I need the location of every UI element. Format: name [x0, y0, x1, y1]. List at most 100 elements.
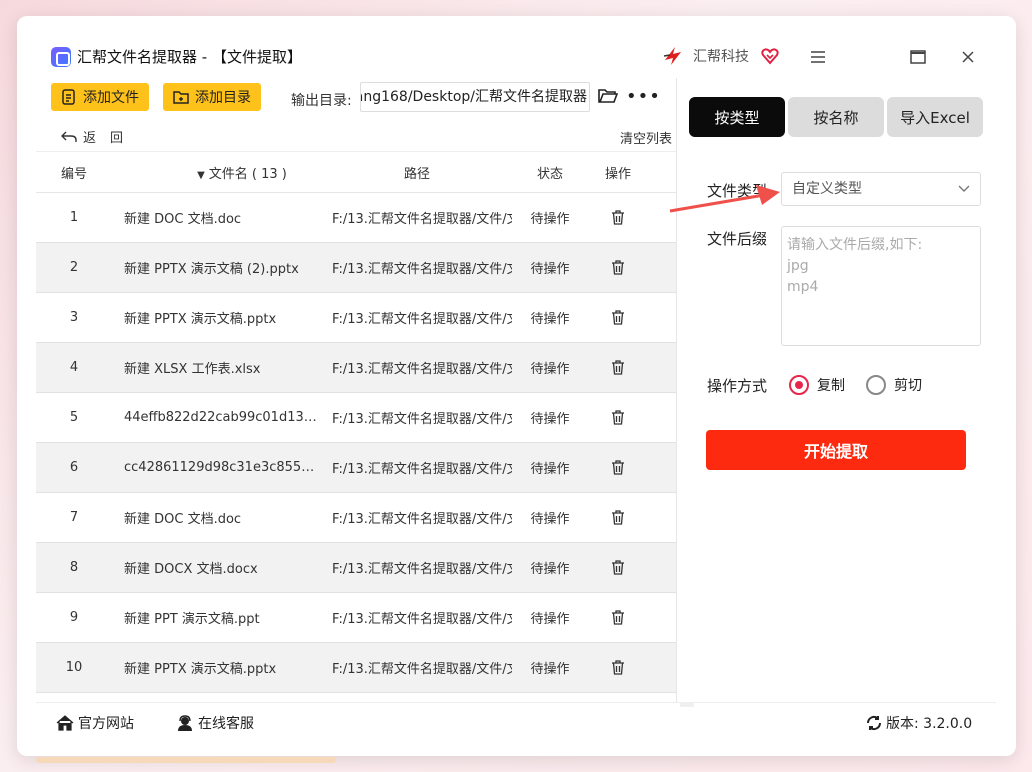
- close-icon[interactable]: [957, 46, 979, 68]
- version-info[interactable]: 版本: 3.2.0.0: [866, 713, 972, 733]
- row-name: 44effb822d22cab99c01d1331...: [124, 410, 322, 425]
- add-file-label: 添加文件: [83, 90, 139, 106]
- folder-open-icon[interactable]: [598, 88, 618, 104]
- output-dir-value: ang168/Desktop/汇帮文件名提取器: [360, 89, 587, 105]
- col-header-name-label: 文件名 ( 13 ): [208, 166, 287, 182]
- radio-cut-dot: [866, 375, 886, 395]
- menu-icon[interactable]: [807, 46, 829, 68]
- mode-label: 操作方式: [707, 377, 768, 395]
- home-icon: [56, 715, 74, 731]
- file-type-select[interactable]: 自定义类型: [781, 172, 981, 206]
- footer: 官方网站 在线客服 版本: 3.2.0.0: [36, 702, 996, 738]
- table-row[interactable]: 10 新建 PPTX 演示文稿.pptx F:/13.汇帮文件名提取器/文件/文..…: [36, 643, 676, 693]
- row-status: 待操作: [530, 512, 570, 527]
- row-no: 3: [69, 310, 79, 325]
- row-name: 新建 DOC 文档.doc: [124, 212, 242, 227]
- suffix-label: 文件后缀: [707, 230, 768, 248]
- table-row[interactable]: 9 新建 PPT 演示文稿.ppt F:/13.汇帮文件名提取器/文件/文... 待操…: [36, 593, 676, 643]
- row-path: F:/13.汇帮文件名提取器/文件/文...: [332, 662, 512, 677]
- row-status: 待操作: [530, 562, 570, 577]
- trash-icon[interactable]: [611, 260, 625, 275]
- chevron-down-icon: [958, 185, 970, 192]
- table-row[interactable]: 8 新建 DOCX 文档.docx F:/13.汇帮文件名提取器/文件/文... 待操…: [36, 543, 676, 593]
- radio-copy[interactable]: 复制: [789, 375, 845, 395]
- tab-import-excel[interactable]: 导入Excel: [887, 97, 983, 137]
- add-file-icon: [62, 89, 75, 105]
- row-no: 8: [69, 560, 79, 575]
- table-row[interactable]: 5 44effb822d22cab99c01d1331... F:/13.汇帮文件名…: [36, 393, 676, 443]
- row-path: F:/13.汇帮文件名提取器/文件/文...: [332, 262, 512, 277]
- app-window: 汇帮文件名提取器 - 【文件提取】 汇帮科技 添加文件 添加目录 输出目录: a…: [17, 16, 1016, 756]
- row-path: F:/13.汇帮文件名提取器/文件/文...: [332, 412, 512, 427]
- row-op: [588, 210, 648, 225]
- row-path: F:/13.汇帮文件名提取器/文件/文...: [332, 312, 512, 327]
- row-status: 待操作: [530, 312, 570, 327]
- row-path: F:/13.汇帮文件名提取器/文件/文...: [332, 212, 512, 227]
- table-row[interactable]: 2 新建 PPTX 演示文稿 (2).pptx F:/13.汇帮文件名提取器/文件/…: [36, 243, 676, 293]
- output-dir-label: 输出目录:: [291, 93, 352, 109]
- support-agent-icon: [178, 715, 192, 731]
- website-link[interactable]: 官方网站: [56, 713, 134, 733]
- col-header-path: 路径: [403, 166, 430, 182]
- start-extract-button[interactable]: 开始提取: [706, 430, 966, 470]
- row-name: 新建 DOCX 文档.docx: [124, 562, 258, 577]
- table-header: 编号 ▼ 文件名 ( 13 ) 路径 状态 操作: [36, 151, 676, 193]
- row-status: 待操作: [530, 262, 570, 277]
- file-list-area: 添加文件 添加目录 输出目录: ang168/Desktop/汇帮文件名提取器 …: [36, 78, 694, 718]
- row-name: 新建 PPTX 演示文稿.pptx: [124, 662, 277, 677]
- col-header-name[interactable]: ▼ 文件名 ( 13 ): [112, 163, 322, 182]
- file-type-label: 文件类型: [707, 182, 768, 200]
- col-header-status: 状态: [536, 166, 563, 182]
- trash-icon[interactable]: [611, 610, 625, 625]
- file-table: 编号 ▼ 文件名 ( 13 ) 路径 状态 操作 1 新建 DOC 文档.doc F:…: [36, 151, 676, 693]
- output-dir-field[interactable]: ang168/Desktop/汇帮文件名提取器: [360, 82, 590, 112]
- row-path: F:/13.汇帮文件名提取器/文件/文...: [332, 562, 512, 577]
- table-row[interactable]: 7 新建 DOC 文档.doc F:/13.汇帮文件名提取器/文件/文... 待操作: [36, 493, 676, 543]
- maximize-icon[interactable]: [907, 46, 929, 68]
- brand-logo-icon: [663, 47, 681, 65]
- taskbar-strip: [36, 757, 336, 763]
- table-row[interactable]: 1 新建 DOC 文档.doc F:/13.汇帮文件名提取器/文件/文... 待操作: [36, 193, 676, 243]
- add-dir-button[interactable]: 添加目录: [163, 83, 261, 111]
- row-op: [588, 610, 648, 625]
- trash-icon[interactable]: [611, 310, 625, 325]
- trash-icon[interactable]: [611, 360, 625, 375]
- row-name: 新建 DOC 文档.doc: [124, 512, 242, 527]
- table-row[interactable]: 6 cc42861129d98c31e3c8559e5... F:/13.汇帮文件名…: [36, 443, 676, 493]
- table-row[interactable]: 3 新建 PPTX 演示文稿.pptx F:/13.汇帮文件名提取器/文件/文...…: [36, 293, 676, 343]
- row-op: [588, 460, 648, 475]
- row-no: 10: [65, 660, 83, 675]
- tab-by-type[interactable]: 按类型: [689, 97, 785, 137]
- row-no: 9: [69, 610, 79, 625]
- suffix-input[interactable]: 请输入文件后缀,如下: jpg mp4: [781, 226, 981, 346]
- row-no: 1: [69, 210, 79, 225]
- support-label: 在线客服: [198, 716, 254, 732]
- support-link[interactable]: 在线客服: [176, 713, 254, 733]
- trash-icon[interactable]: [611, 460, 625, 475]
- row-status: 待操作: [530, 362, 570, 377]
- row-name: 新建 XLSX 工作表.xlsx: [124, 362, 261, 377]
- radio-copy-dot: [789, 375, 809, 395]
- back-button[interactable]: 返回: [61, 127, 137, 146]
- tab-by-name[interactable]: 按名称: [788, 97, 884, 137]
- clear-list-button[interactable]: 清空列表: [620, 128, 672, 147]
- trash-icon[interactable]: [611, 210, 625, 225]
- add-file-button[interactable]: 添加文件: [51, 83, 149, 111]
- row-path: F:/13.汇帮文件名提取器/文件/文...: [332, 362, 512, 377]
- heart-icon[interactable]: [761, 47, 779, 65]
- trash-icon[interactable]: [611, 410, 625, 425]
- app-logo-icon: [51, 47, 71, 67]
- sort-down-icon: ▼: [197, 169, 205, 181]
- trash-icon[interactable]: [611, 510, 625, 525]
- mode-tabs: 按类型 按名称 导入Excel: [689, 97, 983, 137]
- trash-icon[interactable]: [611, 560, 625, 575]
- file-type-value: 自定义类型: [792, 181, 862, 197]
- table-row[interactable]: 4 新建 XLSX 工作表.xlsx F:/13.汇帮文件名提取器/文件/文... 待…: [36, 343, 676, 393]
- trash-icon[interactable]: [611, 660, 625, 675]
- more-options-icon[interactable]: •••: [626, 86, 661, 107]
- row-name: 新建 PPTX 演示文稿 (2).pptx: [124, 262, 299, 277]
- radio-cut[interactable]: 剪切: [866, 375, 922, 395]
- row-status: 待操作: [530, 662, 570, 677]
- row-no: 4: [69, 360, 79, 375]
- radio-cut-label: 剪切: [894, 378, 922, 394]
